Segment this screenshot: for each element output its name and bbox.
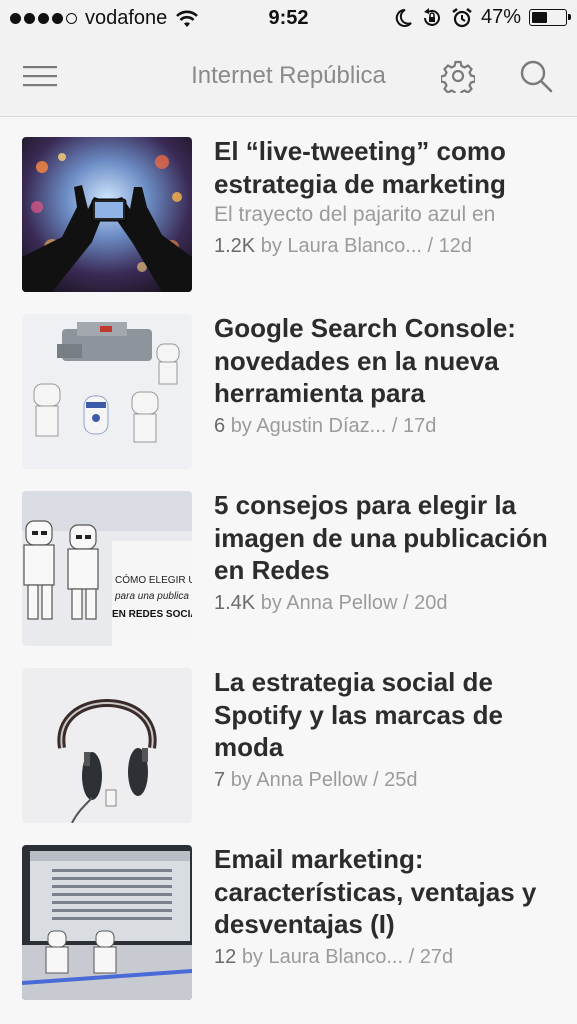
article-thumbnail-laptop [22, 845, 192, 1000]
article-title[interactable]: 5 consejos para elegir la imagen de una … [214, 489, 559, 587]
article-title[interactable]: El “live-tweeting” como estrategia de ma… [214, 135, 559, 200]
rotation-lock-icon [423, 7, 440, 26]
settings-button[interactable] [436, 56, 480, 96]
article-text: Google Search Console: novedades en la n… [214, 312, 559, 441]
article-thumbnail-lego [22, 314, 192, 469]
article-meta: 7 by Anna Pellow / 25d [214, 765, 559, 795]
article-item[interactable]: CÓMO ELEGIR UNA IMA para una publica EN … [0, 471, 577, 647]
article-count: 7 [214, 768, 226, 791]
article-text: El “live-tweeting” como estrategia de ma… [214, 135, 559, 261]
article-thumbnail-stormtroopers: CÓMO ELEGIR UNA IMA para una publica EN … [22, 491, 192, 646]
search-icon [520, 60, 553, 93]
article-item[interactable]: La estrategia social de Spotify y las ma… [0, 648, 577, 824]
do-not-disturb-moon-icon [395, 8, 412, 27]
status-right: 47% [395, 6, 571, 29]
article-text: 5 consejos para elegir la imagen de una … [214, 489, 559, 618]
navigation-bar: Internet República [0, 38, 577, 117]
article-count: 6 [214, 414, 226, 437]
article-item[interactable]: Google Search Console: novedades en la n… [0, 294, 577, 470]
article-meta: 6 by Agustin Díaz... / 17d [214, 411, 559, 441]
page-title: Internet República [191, 62, 386, 89]
gear-icon [441, 60, 475, 93]
article-byline: by Agustin Díaz... / 17d [230, 414, 437, 437]
battery-icon [529, 9, 571, 26]
article-item[interactable]: Email marketing: características, ventaj… [0, 825, 577, 1001]
alarm-clock-icon [452, 7, 472, 27]
article-title[interactable]: Email marketing: características, ventaj… [214, 843, 559, 941]
article-text: Email marketing: características, ventaj… [214, 843, 559, 972]
article-count: 1.2K [214, 235, 256, 257]
article-title[interactable]: Google Search Console: novedades en la n… [214, 312, 559, 410]
article-byline: by Laura Blanco... / 12d [260, 235, 472, 257]
article-meta: 12 by Laura Blanco... / 27d [214, 942, 559, 972]
battery-level-fill [532, 12, 547, 23]
article-excerpt: El trayecto del pajarito azul en [214, 203, 496, 226]
article-item[interactable]: El “live-tweeting” como estrategia de ma… [0, 117, 577, 293]
article-meta: 1.2K by Laura Blanco... / 12d [214, 231, 559, 261]
article-byline: by Laura Blanco... / 27d [241, 945, 454, 968]
article-thumbnail-headphones [22, 668, 192, 823]
article-count: 1.4K [214, 591, 256, 614]
article-byline: by Anna Pellow / 25d [230, 768, 418, 791]
thumb-text-line-3: EN REDES SOCIA [112, 609, 192, 620]
article-meta: 1.4K by Anna Pellow / 20d [214, 588, 559, 618]
article-byline: by Anna Pellow / 20d [260, 591, 448, 614]
article-title[interactable]: La estrategia social de Spotify y las ma… [214, 666, 559, 764]
search-button[interactable] [514, 56, 558, 96]
article-text: La estrategia social de Spotify y las ma… [214, 666, 559, 795]
status-bar: vodafone 9:52 47% [0, 0, 577, 38]
thumb-text-line-2: para una publica [114, 591, 189, 602]
thumb-text-line-1: CÓMO ELEGIR UNA IMA [115, 573, 192, 586]
battery-percentage: 47% [480, 6, 521, 28]
article-count: 12 [214, 945, 237, 968]
article-thumbnail-concert [22, 137, 192, 292]
